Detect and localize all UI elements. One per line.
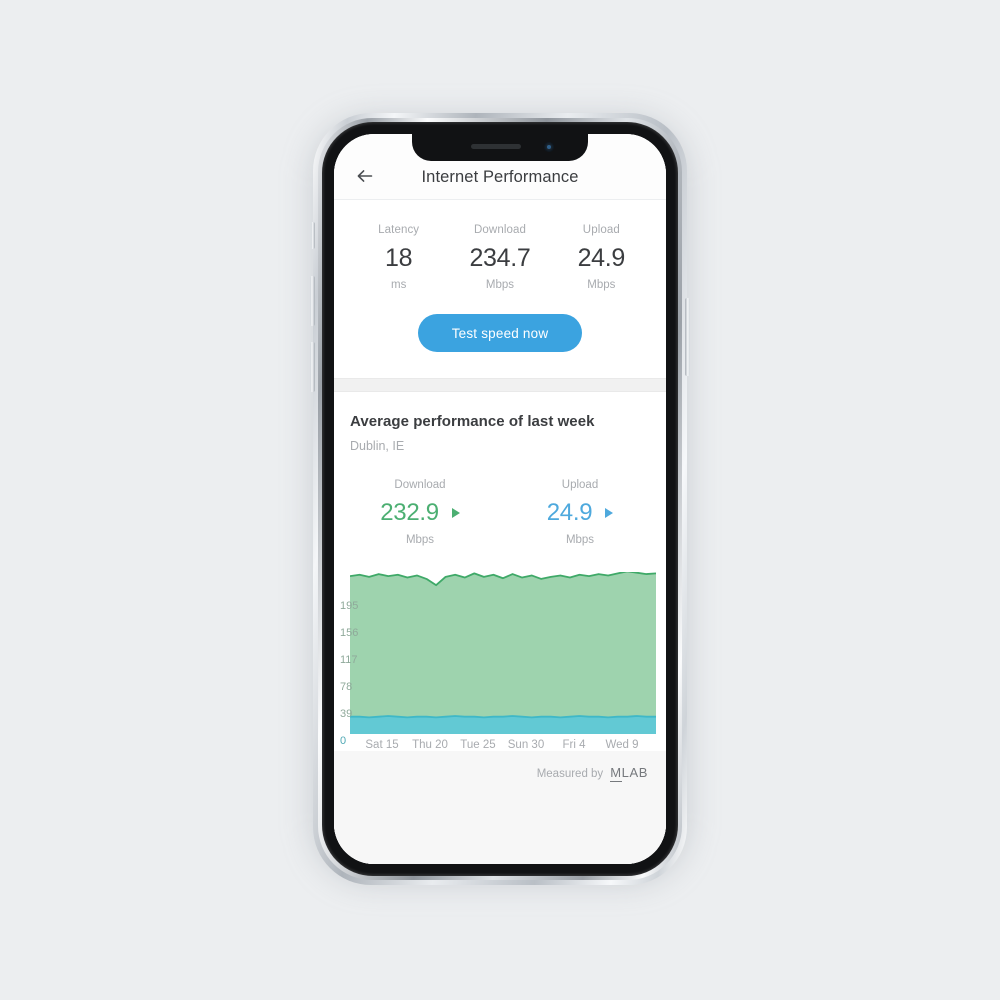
stat-value: 24.9 bbox=[546, 499, 593, 526]
current-stats-card: Latency 18 ms Download 234.7 Mbps Upload… bbox=[334, 200, 666, 378]
stat-unit: Mbps bbox=[587, 279, 616, 291]
measured-by-label: Measured by bbox=[536, 768, 604, 780]
arrow-left-icon bbox=[357, 170, 373, 182]
section-divider bbox=[334, 378, 666, 392]
front-camera-icon bbox=[544, 142, 554, 152]
stat-value: 24.9 bbox=[577, 244, 626, 272]
average-title: Average performance of last week bbox=[350, 413, 595, 430]
average-stat-download: Download 232.9 Mbps bbox=[340, 479, 500, 546]
stat-unit: ms bbox=[390, 279, 407, 291]
stat-value-row: 24.9 bbox=[500, 499, 660, 527]
chart-svg bbox=[350, 572, 656, 734]
stat-value: 18 bbox=[385, 244, 413, 272]
chart-x-axis: Sat 15 Thu 20 Tue 25 Sun 30 Fri 4 Wed 9 bbox=[350, 734, 656, 751]
average-performance-card: Average performance of last week Dublin,… bbox=[334, 392, 666, 864]
performance-chart[interactable]: 0 39 78 117 156 195 Sat 15 Thu 20 Tue 25 Sun 30 F… bbox=[334, 572, 666, 751]
volume-down-button[interactable] bbox=[310, 342, 315, 392]
current-stats-row: Latency 18 ms Download 234.7 Mbps Upload… bbox=[348, 224, 652, 291]
location-label: Dublin, IE bbox=[350, 439, 405, 453]
chart-footer: Measured by MLAB bbox=[334, 751, 666, 864]
stat-value: 232.9 bbox=[380, 499, 439, 526]
chart-x-tick-label: Wed 9 bbox=[605, 739, 639, 751]
test-button-container: Test speed now bbox=[348, 291, 652, 378]
stat-value: 234.7 bbox=[469, 244, 531, 272]
phone-screen: Internet Performance Latency 18 ms Downl… bbox=[334, 134, 666, 864]
mlab-logo-rest: LAB bbox=[621, 765, 648, 780]
volume-up-button[interactable] bbox=[310, 276, 315, 326]
stat-label: Upload bbox=[561, 479, 599, 491]
chart-x-tick-label: Sat 15 bbox=[365, 739, 399, 751]
chart-x-tick-label: Thu 20 bbox=[412, 739, 448, 751]
stat-label: Download bbox=[394, 479, 446, 491]
power-button[interactable] bbox=[685, 298, 690, 376]
stat-unit: Mbps bbox=[565, 534, 595, 546]
stat-latency: Latency 18 ms bbox=[348, 224, 449, 291]
measured-by-credit: Measured by MLAB bbox=[536, 765, 648, 782]
mlab-logo: MLAB bbox=[610, 765, 648, 782]
average-header: Average performance of last week Dublin,… bbox=[334, 392, 666, 453]
chart-x-tick-label: Sun 30 bbox=[507, 739, 545, 751]
stat-download: Download 234.7 Mbps bbox=[449, 224, 550, 291]
screenshot-stage: Internet Performance Latency 18 ms Downl… bbox=[0, 0, 1000, 1000]
stat-unit: Mbps bbox=[405, 534, 435, 546]
stat-upload: Upload 24.9 Mbps bbox=[551, 224, 652, 291]
test-speed-now-button[interactable]: Test speed now bbox=[417, 314, 583, 352]
stat-label: Upload bbox=[582, 224, 620, 236]
earpiece-speaker-icon bbox=[471, 144, 521, 149]
triangle-right-icon bbox=[451, 508, 460, 518]
stat-label: Download bbox=[474, 224, 526, 236]
mlab-logo-m: M bbox=[610, 765, 622, 782]
stat-label: Latency bbox=[378, 224, 420, 236]
average-stat-upload: Upload 24.9 Mbps bbox=[500, 479, 660, 546]
chart-plot-area bbox=[350, 572, 656, 734]
phone-notch bbox=[412, 134, 588, 161]
stat-unit: Mbps bbox=[485, 279, 515, 291]
page-title: Internet Performance bbox=[421, 168, 579, 186]
stat-value-row: 232.9 bbox=[340, 499, 500, 527]
silent-switch[interactable] bbox=[311, 222, 315, 249]
chart-x-tick-label: Tue 25 bbox=[460, 739, 496, 751]
average-stats-row: Download 232.9 Mbps Upload 24.9 Mbps bbox=[334, 453, 666, 546]
chart-x-tick-label: Fri 4 bbox=[562, 739, 586, 751]
app-root: Internet Performance Latency 18 ms Downl… bbox=[334, 134, 666, 864]
back-button[interactable] bbox=[348, 159, 382, 193]
chart-y-tick-label: 0 bbox=[340, 735, 347, 747]
triangle-right-icon bbox=[605, 508, 614, 518]
